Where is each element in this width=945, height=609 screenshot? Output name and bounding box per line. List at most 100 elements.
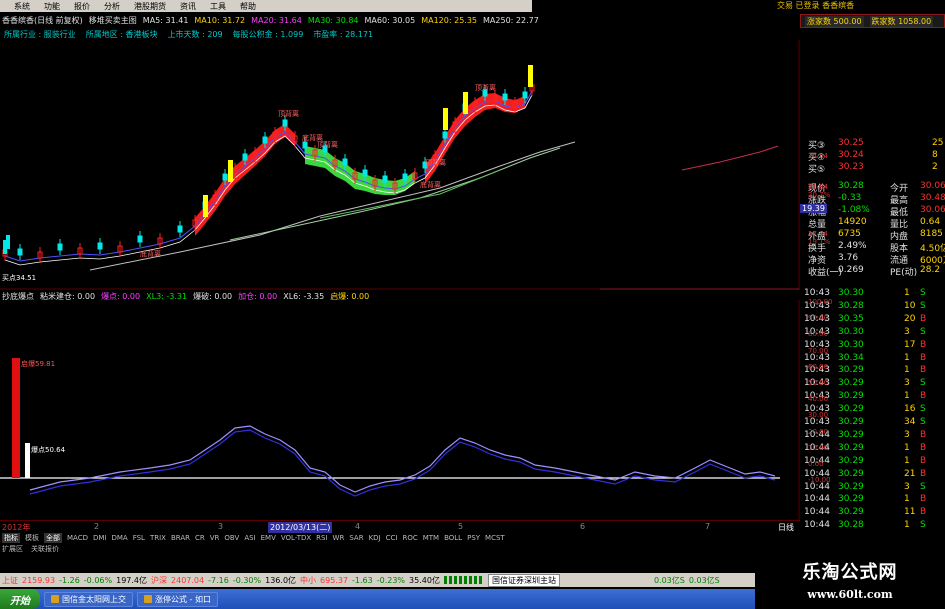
template-name[interactable]: 移堆买卖主图 — [89, 15, 137, 26]
tab-indicator-item[interactable]: CR — [195, 534, 205, 542]
tick-price: 30.30 — [838, 288, 864, 298]
start-button[interactable]: 开始 — [0, 589, 40, 609]
tab-indicator-item[interactable]: RSI — [316, 534, 327, 542]
menu-item[interactable]: 资讯 — [180, 1, 196, 12]
tick-side: S — [920, 417, 926, 427]
tick-price: 30.30 — [838, 326, 864, 337]
date-year: 2012年 — [2, 523, 31, 532]
quote-row: 10:44 30.29 1 B — [800, 494, 945, 505]
extra-tab[interactable]: 扩展区 — [2, 544, 23, 554]
tab-indicator-item[interactable]: MACD — [67, 534, 88, 542]
buy-point-label: 买点34.51 — [2, 274, 36, 282]
tab-indicator-item[interactable]: ROC — [402, 534, 417, 542]
tab-indicator-item[interactable]: DMI — [93, 534, 107, 542]
indicator-axis-tick: 20.00 — [808, 427, 829, 436]
ratio-2: 0.03亿S — [688, 575, 720, 585]
tick-price: 30.29 — [838, 455, 864, 466]
tab-indicator-item[interactable]: CCI — [386, 534, 398, 542]
candle — [157, 233, 163, 249]
tab-indicator-item[interactable]: MCST — [485, 534, 505, 542]
indicator-axis-tick: -10.00 — [808, 476, 831, 485]
menu-item[interactable]: 功能 — [44, 1, 60, 12]
quote-row: 10:44 30.29 11 B — [800, 507, 945, 518]
tab-indicator-item[interactable]: BOLL — [444, 534, 462, 542]
tab-indicator-item[interactable]: TRIX — [150, 534, 166, 542]
tick-price: 30.29 — [838, 494, 864, 505]
zx-pct: -0.23% — [376, 575, 406, 585]
tab-indicator-item[interactable]: OBV — [224, 534, 239, 542]
tick-volume: 3 — [904, 326, 910, 337]
ma250: MA250: 22.77 — [483, 15, 539, 25]
tab-indicator-item[interactable]: ASI — [244, 534, 255, 542]
signal-bar — [203, 195, 208, 217]
indicator-axis-tick: 40.00 — [808, 395, 829, 404]
stat-value: 3.76 — [838, 253, 859, 263]
ma10: MA10: 31.72 — [194, 15, 246, 25]
menu-item[interactable]: 工具 — [210, 1, 226, 12]
tick-side: S — [920, 326, 926, 337]
quote-row: 净资3.76流通6000万 — [800, 253, 945, 266]
indicator-axis-tick: 60.00 — [808, 362, 829, 371]
taskbar-item-trading[interactable]: 国信金太阳网上交 — [44, 591, 133, 607]
menu-item[interactable]: 港股期货 — [134, 1, 166, 12]
extra-tabs: 扩展区 关联报价 — [0, 544, 800, 554]
taskbar-label: 国信金太阳网上交 — [62, 594, 126, 604]
tab-indicator-item[interactable]: VOL-TDX — [281, 534, 311, 542]
menu-item[interactable]: 报价 — [74, 1, 90, 12]
burst-label: 启爆59.81 — [21, 359, 55, 368]
tab-indicator-item[interactable]: SAR — [349, 534, 363, 542]
signal-bars-icon — [443, 576, 484, 584]
sz-label: 沪深 — [151, 575, 168, 585]
tab-indicator-item[interactable]: DMA — [111, 534, 127, 542]
sh-change: -1.26 — [59, 575, 80, 585]
price-axis-tick: 20.7% — [808, 191, 831, 199]
trend-ribbon-up — [195, 124, 295, 236]
menu-item[interactable]: 帮助 — [240, 1, 256, 12]
quote-row: 买⑤ 30.23 2 — [800, 162, 945, 175]
indicator-axis-tick: 100.00 — [808, 298, 833, 306]
sh-value: 2159.93 — [22, 575, 56, 585]
tab-indicator-item[interactable]: FSL — [133, 534, 145, 542]
extra-tab[interactable]: 关联报价 — [31, 544, 59, 554]
taskbar: 开始 国信金太阳网上交 涨停公式 - 如口 — [0, 589, 755, 609]
advancers: 涨家数 500.00 — [805, 15, 864, 27]
tab-all[interactable]: 全部 — [44, 533, 62, 543]
menu-item[interactable]: 系统 — [14, 1, 30, 12]
indicator-axis-tick: 90.00 — [808, 314, 829, 323]
tick-time: 10:44 — [804, 494, 830, 505]
tick-volume: 1 — [904, 455, 910, 466]
server-name[interactable]: 国信证券深圳主站 — [487, 573, 560, 587]
indicator-axis-tick: 0.00 — [808, 460, 824, 468]
price-chart[interactable]: 顶背离顶背离顶背离顶背离底背离底背离底背离买点34.51 — [0, 40, 800, 290]
menu-item[interactable]: 分析 — [104, 1, 120, 12]
tab-indicator-item[interactable]: WR — [333, 534, 345, 542]
tick-volume: 1 — [904, 288, 910, 298]
date-selected: 2012/03/13(二) — [268, 522, 333, 533]
ma60: MA60: 30.05 — [364, 15, 416, 25]
tab-template[interactable]: 模板 — [25, 533, 39, 543]
tick-price: 30.30 — [838, 339, 864, 350]
tick-price: 30.29 — [838, 391, 864, 402]
date-mark: 6 — [580, 522, 586, 531]
signal-bar — [463, 92, 468, 114]
tab-indicator[interactable]: 指标 — [2, 533, 20, 543]
tick-volume: 17 — [904, 339, 916, 350]
tab-indicator-item[interactable]: KDJ — [369, 534, 381, 542]
tick-volume: 1 — [904, 352, 910, 363]
candle — [137, 231, 143, 247]
period-label: 日线 — [778, 523, 794, 532]
candle — [177, 221, 183, 237]
indicator-axis-tick: 70.00 — [808, 346, 829, 355]
burst-bar — [12, 358, 20, 478]
taskbar-item-formula[interactable]: 涨停公式 - 如口 — [137, 591, 218, 607]
date-mark: 5 — [458, 522, 464, 531]
date-bar[interactable]: 2012年 2012/03/13(二) 2 3 4 5 6 7 日线 — [0, 520, 800, 533]
tab-indicator-item[interactable]: PSY — [467, 534, 480, 542]
tab-indicator-item[interactable]: EMV — [261, 534, 276, 542]
indicator-chart[interactable]: 启爆59.81 爆点50.64 — [0, 300, 800, 520]
tab-indicator-item[interactable]: VR — [210, 534, 220, 542]
tab-indicator-item[interactable]: MTM — [423, 534, 439, 542]
sh-pct: -0.06% — [83, 575, 113, 585]
zx-value: 695.37 — [320, 575, 349, 585]
tab-indicator-item[interactable]: BRAR — [171, 534, 190, 542]
